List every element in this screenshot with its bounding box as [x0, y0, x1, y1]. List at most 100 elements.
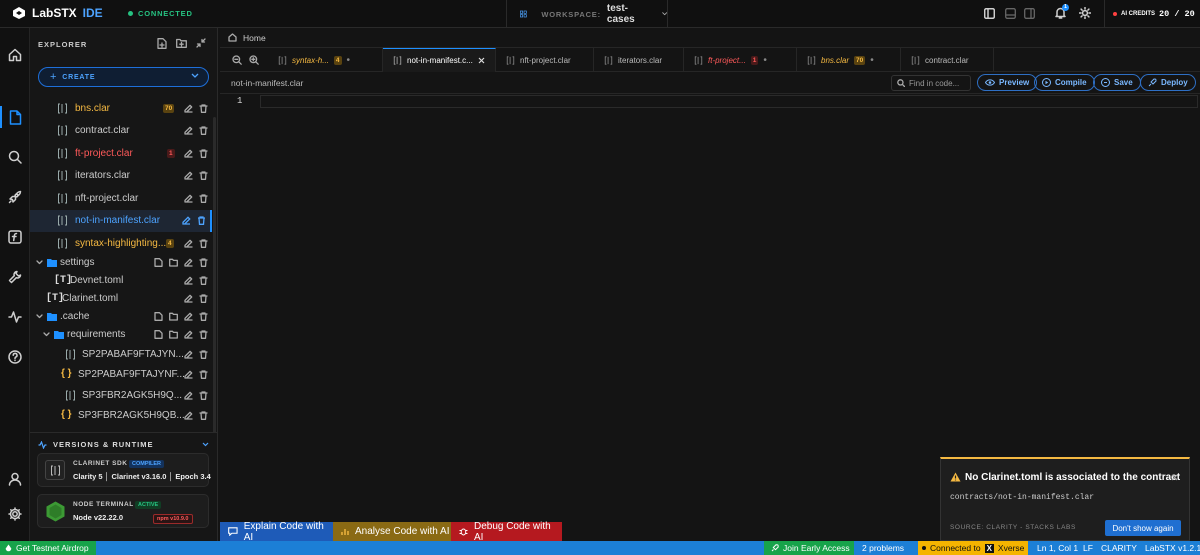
problems-indicator[interactable]: 2 problems — [862, 541, 904, 555]
file-item[interactable]: { } SP3FBR2AGK5H9QB... — [30, 406, 212, 426]
zoom-out-button[interactable] — [232, 55, 242, 65]
folder-item-settings[interactable]: settings — [30, 254, 212, 272]
edit-icon[interactable] — [182, 216, 191, 225]
trash-icon[interactable] — [199, 294, 208, 303]
trash-icon[interactable] — [199, 149, 208, 158]
trash-icon[interactable] — [199, 171, 208, 180]
home-tab[interactable]: Home — [220, 28, 1200, 48]
trash-icon[interactable] — [199, 330, 208, 339]
brand[interactable]: LabSTX IDE — [12, 6, 103, 20]
panel-left-icon[interactable] — [984, 8, 995, 19]
trash-icon[interactable] — [199, 276, 208, 285]
activity-search[interactable] — [0, 144, 30, 170]
edit-icon[interactable] — [184, 391, 193, 400]
new-file-icon[interactable] — [157, 38, 167, 49]
new-file-icon[interactable] — [154, 258, 163, 267]
activity-functions[interactable] — [0, 224, 30, 250]
preview-button[interactable]: Preview — [977, 74, 1038, 91]
wallet-connection[interactable]: Connected to X Xverse — [918, 541, 1028, 555]
activity-help[interactable] — [0, 344, 30, 370]
trash-icon[interactable] — [199, 104, 208, 113]
create-button[interactable]: + CREATE — [38, 67, 209, 87]
file-item[interactable]: { } SP2PABAF9FTAJYNF... — [30, 365, 212, 385]
edit-icon[interactable] — [184, 370, 193, 379]
compile-button[interactable]: Compile — [1034, 74, 1095, 91]
edit-icon[interactable] — [184, 258, 193, 267]
edit-icon[interactable] — [184, 276, 193, 285]
trash-icon[interactable] — [199, 312, 208, 321]
tab-nft-project[interactable]: nft-project.clar — [496, 48, 594, 72]
eol-indicator[interactable]: LF — [1083, 541, 1093, 555]
tab-syntax-highlighting[interactable]: syntax-h... 4 • — [268, 48, 383, 72]
trash-icon[interactable] — [197, 216, 206, 225]
folder-item-requirements[interactable]: requirements — [30, 326, 212, 344]
edit-icon[interactable] — [184, 294, 193, 303]
file-item[interactable]: contract.clar — [30, 120, 212, 142]
trash-icon[interactable] — [199, 194, 208, 203]
trash-icon[interactable] — [199, 411, 208, 420]
ai-credits[interactable]: AI CREDITS 20 / 20 — [1104, 0, 1200, 28]
edit-icon[interactable] — [184, 239, 193, 248]
file-item-clarinet[interactable]: [T] Clarinet.toml — [30, 290, 212, 308]
trash-icon[interactable] — [199, 350, 208, 359]
activity-monitor[interactable] — [0, 304, 30, 330]
sidebar-scrollbar[interactable] — [213, 117, 216, 433]
file-item-devnet[interactable]: [T] Devnet.toml — [30, 272, 212, 290]
edit-icon[interactable] — [184, 312, 193, 321]
dont-show-again-button[interactable]: Don't show again — [1105, 520, 1181, 536]
edit-icon[interactable] — [184, 149, 193, 158]
activity-home[interactable] — [0, 42, 30, 68]
edit-icon[interactable] — [184, 411, 193, 420]
file-item[interactable]: ft-project.clar 1 — [30, 143, 212, 165]
find-input[interactable]: Find in code... — [891, 75, 971, 91]
collapse-all-icon[interactable] — [196, 38, 206, 48]
edit-icon[interactable] — [184, 350, 193, 359]
activity-account[interactable] — [0, 466, 30, 492]
language-indicator[interactable]: CLARITY — [1101, 541, 1137, 555]
close-icon[interactable] — [1171, 474, 1178, 481]
activity-settings[interactable] — [0, 501, 30, 527]
panel-bottom-icon[interactable] — [1005, 8, 1016, 19]
airdrop-button[interactable]: Get Testnet Airdrop — [0, 541, 96, 555]
deploy-button[interactable]: Deploy — [1140, 74, 1196, 91]
cursor-position[interactable]: Ln 1, Col 1 — [1037, 541, 1078, 555]
file-item-selected[interactable]: not-in-manifest.clar — [30, 210, 212, 232]
new-file-icon[interactable] — [154, 330, 163, 339]
debug-code-button[interactable]: Debug Code with AI — [451, 521, 562, 543]
zoom-in-button[interactable] — [249, 55, 259, 65]
trash-icon[interactable] — [199, 370, 208, 379]
trash-icon[interactable] — [199, 391, 208, 400]
activity-deploy[interactable] — [0, 184, 30, 210]
sun-icon[interactable] — [1079, 7, 1091, 19]
new-folder-icon[interactable] — [169, 312, 178, 321]
file-item[interactable]: nft-project.clar — [30, 188, 212, 210]
file-item[interactable]: iterators.clar — [30, 165, 212, 187]
new-folder-icon[interactable] — [169, 330, 178, 339]
trash-icon[interactable] — [199, 258, 208, 267]
explain-code-button[interactable]: Explain Code with AI — [220, 521, 333, 543]
activity-tools[interactable] — [0, 264, 30, 290]
new-file-icon[interactable] — [154, 312, 163, 321]
edit-icon[interactable] — [184, 171, 193, 180]
edit-icon[interactable] — [184, 104, 193, 113]
tab-iterators[interactable]: iterators.clar — [594, 48, 684, 72]
file-item[interactable]: SP2PABAF9FTAJYN... — [30, 345, 212, 365]
activity-explorer[interactable] — [0, 104, 30, 130]
panel-right-icon[interactable] — [1024, 8, 1035, 19]
file-item[interactable]: syntax-highlighting... 4 — [30, 233, 212, 255]
trash-icon[interactable] — [199, 126, 208, 135]
new-folder-icon[interactable] — [169, 258, 178, 267]
tab-ft-project[interactable]: ft-project... 1 • — [684, 48, 797, 72]
close-icon[interactable] — [478, 57, 485, 64]
notifications-button[interactable]: 1 — [1055, 4, 1069, 20]
edit-icon[interactable] — [184, 194, 193, 203]
new-folder-icon[interactable] — [176, 38, 187, 48]
trash-icon[interactable] — [199, 239, 208, 248]
folder-item-cache[interactable]: .cache — [30, 308, 212, 326]
save-button[interactable]: Save — [1093, 74, 1141, 91]
workspace-selector[interactable]: WORKSPACE: test-cases — [506, 0, 668, 28]
file-item[interactable]: bns.clar 70 — [30, 98, 212, 120]
tab-contract[interactable]: contract.clar — [901, 48, 994, 72]
tab-bns[interactable]: bns.clar 70 • — [797, 48, 901, 72]
analyse-code-button[interactable]: Analyse Code with AI — [333, 522, 451, 541]
